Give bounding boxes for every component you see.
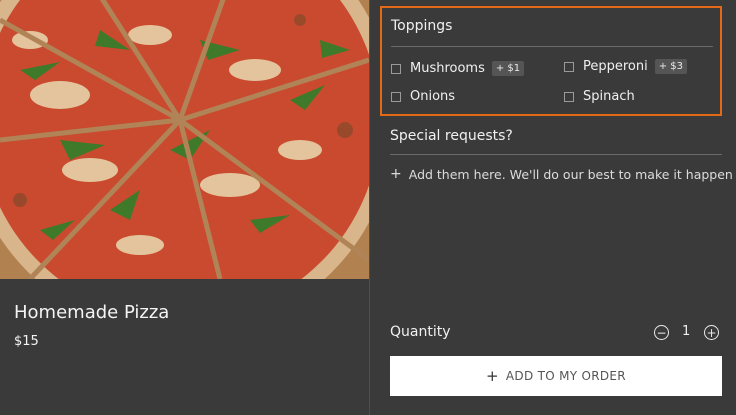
price-badge: + $1 — [491, 61, 525, 76]
toppings-divider — [391, 46, 713, 47]
topping-label: Onions — [410, 89, 456, 104]
plus-icon: + — [486, 367, 499, 385]
topping-option-mushrooms[interactable]: Mushrooms + $1 — [391, 61, 525, 76]
special-requests-divider — [390, 154, 722, 155]
mushrooms-checkbox[interactable] — [391, 63, 401, 74]
topping-option-spinach[interactable]: Spinach — [564, 89, 635, 104]
product-name: Homemade Pizza — [14, 302, 170, 323]
onions-checkbox[interactable] — [391, 91, 401, 102]
topping-label: Spinach — [583, 89, 635, 104]
topping-label: Pepperoni — [583, 59, 648, 74]
topping-label: Mushrooms — [410, 61, 485, 76]
add-to-order-label: ADD TO MY ORDER — [505, 369, 626, 383]
pepperoni-checkbox[interactable] — [564, 61, 574, 72]
minus-circle-icon[interactable]: − — [654, 325, 669, 340]
quantity-label: Quantity — [390, 324, 451, 340]
special-requests-title: Special requests? — [390, 128, 513, 144]
topping-option-pepperoni[interactable]: Pepperoni + $3 — [564, 59, 688, 74]
quantity-value: 1 — [682, 324, 691, 339]
product-price: $15 — [14, 334, 39, 349]
order-options-panel: Toppings Mushrooms + $1 Pepperoni + $3 O… — [370, 0, 736, 415]
product-panel: Homemade Pizza $15 — [0, 0, 369, 415]
toppings-title: Toppings — [391, 18, 453, 34]
toppings-section: Toppings Mushrooms + $1 Pepperoni + $3 O… — [380, 6, 722, 116]
spinach-checkbox[interactable] — [564, 91, 574, 102]
pizza-photo — [0, 0, 369, 279]
plus-circle-icon[interactable]: + — [704, 325, 719, 340]
plus-icon: + — [390, 166, 402, 182]
topping-option-onions[interactable]: Onions — [391, 89, 455, 104]
add-request-text: Add them here. We'll do our best to make… — [408, 166, 733, 182]
add-to-order-button[interactable]: + ADD TO MY ORDER — [390, 356, 722, 396]
price-badge: + $3 — [654, 59, 688, 74]
add-special-request-link[interactable]: + Add them here. We'll do our best to ma… — [390, 166, 733, 182]
